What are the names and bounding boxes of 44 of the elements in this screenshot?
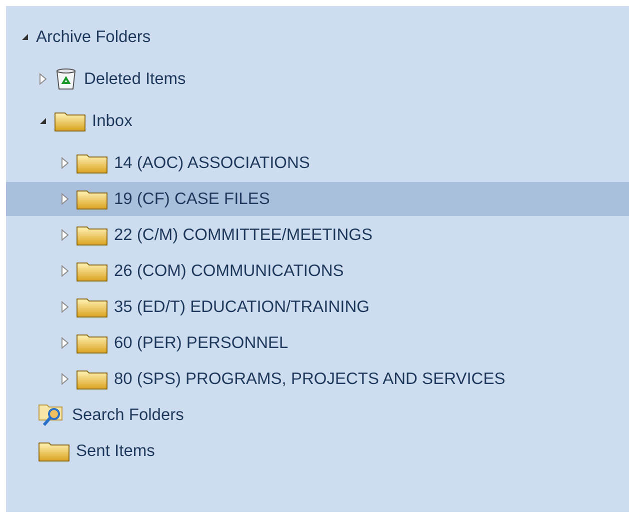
folder-row[interactable]: 60 (PER) PERSONNEL bbox=[6, 326, 629, 360]
folder-row[interactable]: Archive Folders bbox=[6, 20, 629, 54]
folder-label: 80 (SPS) PROGRAMS, PROJECTS AND SERVICES bbox=[114, 370, 506, 388]
folder-row[interactable]: Deleted Items bbox=[6, 62, 629, 96]
collapsed-arrow-icon[interactable] bbox=[60, 229, 70, 241]
folder-row[interactable]: 22 (C/M) COMMITTEE/MEETINGS bbox=[6, 218, 629, 252]
folder-label: 19 (CF) CASE FILES bbox=[114, 190, 270, 208]
folder-label: 14 (AOC) ASSOCIATIONS bbox=[114, 154, 310, 172]
folder-label: Deleted Items bbox=[84, 70, 186, 88]
folder-label: Inbox bbox=[92, 112, 132, 130]
folder-icon bbox=[76, 332, 108, 354]
folder-label: 22 (C/M) COMMITTEE/MEETINGS bbox=[114, 226, 373, 244]
folder-label: Archive Folders bbox=[36, 28, 151, 46]
folder-icon bbox=[76, 152, 108, 174]
folder-row[interactable]: 35 (ED/T) EDUCATION/TRAINING bbox=[6, 290, 629, 324]
folder-row[interactable]: 26 (COM) COMMUNICATIONS bbox=[6, 254, 629, 288]
folder-row[interactable]: Inbox bbox=[6, 104, 629, 138]
folder-icon bbox=[76, 188, 108, 210]
collapsed-arrow-icon[interactable] bbox=[60, 157, 70, 169]
collapsed-arrow-icon[interactable] bbox=[60, 265, 70, 277]
folder-row[interactable]: Sent Items bbox=[6, 434, 629, 468]
folder-icon bbox=[54, 110, 86, 132]
folder-row[interactable]: 19 (CF) CASE FILES bbox=[6, 182, 629, 216]
folder-label: Search Folders bbox=[72, 406, 184, 424]
folder-icon bbox=[76, 224, 108, 246]
folder-label: 26 (COM) COMMUNICATIONS bbox=[114, 262, 344, 280]
folder-row[interactable]: 80 (SPS) PROGRAMS, PROJECTS AND SERVICES bbox=[6, 362, 629, 396]
expanded-arrow-icon[interactable] bbox=[38, 116, 48, 126]
folder-label: Sent Items bbox=[76, 442, 155, 460]
folder-label: 60 (PER) PERSONNEL bbox=[114, 334, 288, 352]
collapsed-arrow-icon[interactable] bbox=[60, 193, 70, 205]
folder-row[interactable]: Search Folders bbox=[6, 398, 629, 432]
recycle-bin-icon bbox=[54, 67, 78, 91]
folder-icon bbox=[38, 440, 70, 462]
collapsed-arrow-icon[interactable] bbox=[60, 337, 70, 349]
folder-row[interactable]: 14 (AOC) ASSOCIATIONS bbox=[6, 146, 629, 180]
expanded-arrow-icon[interactable] bbox=[20, 32, 30, 42]
folder-icon bbox=[76, 260, 108, 282]
folder-icon bbox=[76, 368, 108, 390]
collapsed-arrow-icon[interactable] bbox=[60, 373, 70, 385]
collapsed-arrow-icon[interactable] bbox=[38, 73, 48, 85]
folder-icon bbox=[76, 296, 108, 318]
folder-label: 35 (ED/T) EDUCATION/TRAINING bbox=[114, 298, 370, 316]
collapsed-arrow-icon[interactable] bbox=[60, 301, 70, 313]
